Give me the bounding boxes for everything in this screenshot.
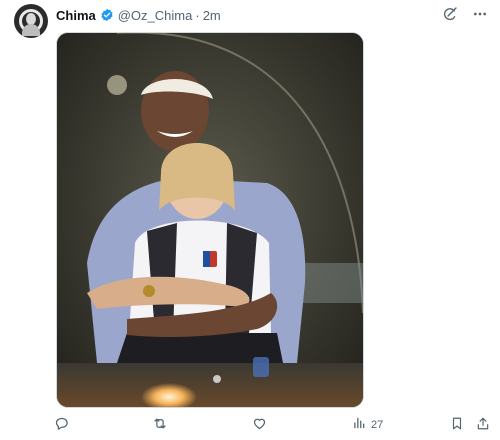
- verified-badge-icon: [100, 8, 114, 22]
- reply-button[interactable]: [54, 416, 69, 434]
- tweet-header: Chima @Oz_Chima · 2m: [56, 6, 221, 24]
- author-avatar[interactable]: [14, 4, 48, 38]
- heart-icon: [252, 416, 267, 434]
- like-button[interactable]: [252, 416, 267, 434]
- timestamp[interactable]: 2m: [203, 8, 221, 23]
- retweet-button[interactable]: [152, 416, 168, 434]
- more-icon[interactable]: [472, 6, 488, 22]
- tweet-photo[interactable]: [56, 32, 364, 408]
- views-button[interactable]: 27: [352, 416, 383, 433]
- author-handle[interactable]: @Oz_Chima: [118, 8, 193, 23]
- retweet-icon: [152, 416, 168, 434]
- top-actions: [442, 6, 488, 22]
- views-icon: [352, 416, 366, 433]
- bookmark-button[interactable]: [450, 416, 464, 434]
- share-icon: [476, 416, 490, 434]
- author-name[interactable]: Chima: [56, 8, 96, 23]
- reply-icon: [54, 416, 69, 434]
- tweet: Chima @Oz_Chima · 2m 27: [0, 0, 500, 440]
- bookmark-icon: [450, 416, 464, 434]
- share-button[interactable]: [476, 416, 490, 434]
- grok-icon[interactable]: [442, 6, 458, 22]
- separator-dot: ·: [195, 7, 200, 23]
- views-count: 27: [371, 418, 384, 431]
- tweet-actions: 27: [0, 414, 500, 436]
